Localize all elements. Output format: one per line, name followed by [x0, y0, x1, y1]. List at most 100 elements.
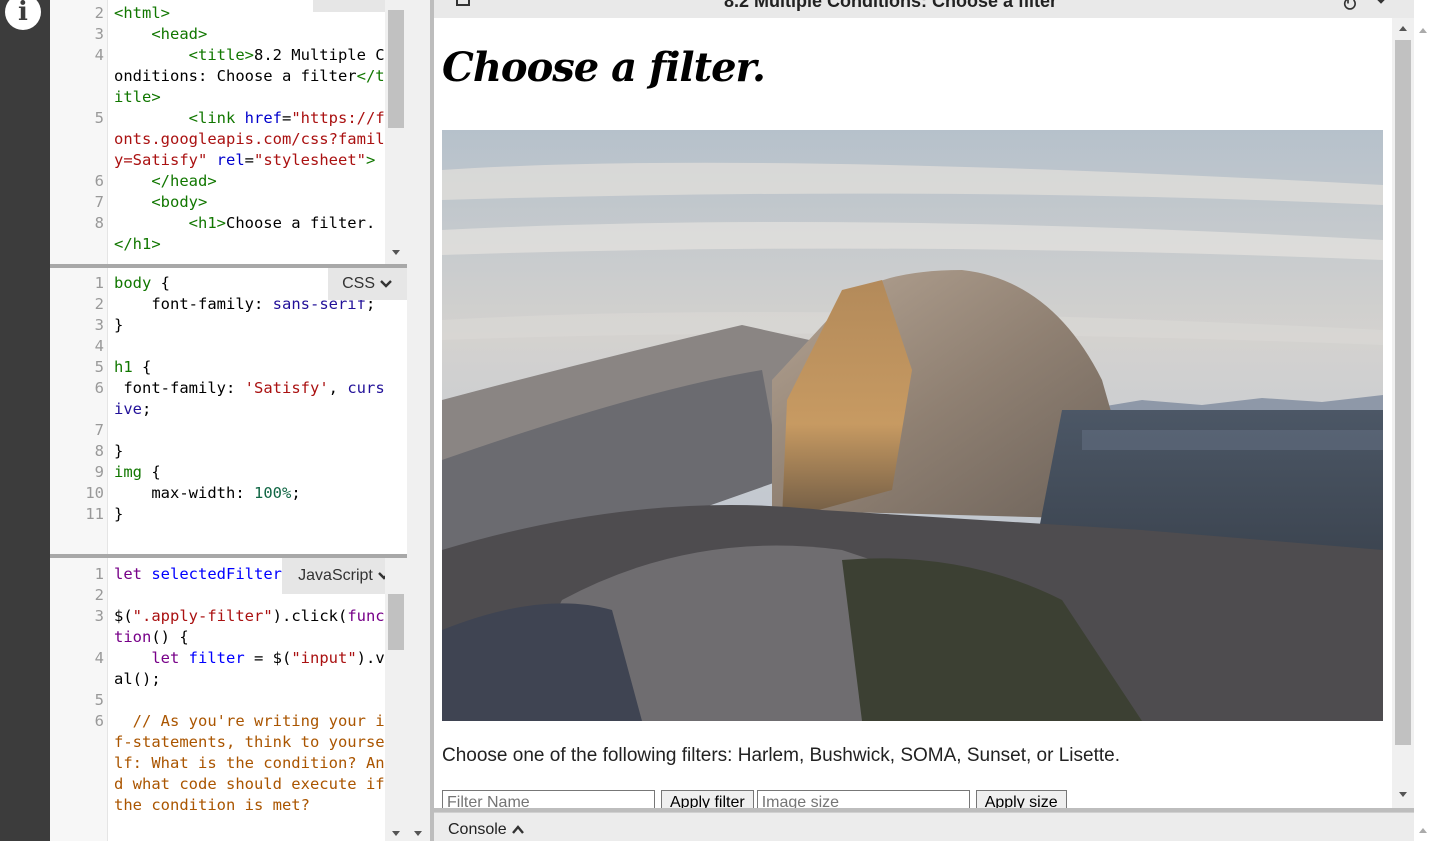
line-text: <title>8.2 Multiple Conditions: Choose a… — [114, 46, 385, 106]
js-editor-code[interactable]: 1let selectedFilter;2​3$(".apply-filter"… — [50, 564, 386, 816]
preview-toolbar: 8.2 Multiple Conditions: Choose a filter… — [434, 0, 1414, 18]
line-text: let filter = $("input").val(); — [114, 649, 385, 688]
css-code-line[interactable]: 6 font-family: 'Satisfy', cursive; — [50, 378, 386, 420]
line-text: h1 { — [114, 358, 152, 376]
css-code-line[interactable]: 10 max-width: 100%; — [50, 483, 386, 504]
html-editor[interactable]: 2 <html> 3 <head> 4 <title>8.2 Multiple Con… — [50, 0, 407, 264]
line-number: 4 — [94, 46, 104, 64]
info-icon[interactable]: i — [5, 0, 41, 30]
html-code-line[interactable]: 7 <body> — [50, 192, 386, 213]
line-text: <h1>Choose a filter.</h1> — [114, 214, 376, 253]
css-code-line[interactable]: 4​ — [50, 336, 386, 357]
line-number: 2 — [94, 4, 104, 22]
line-text: let selectedFilter; — [114, 565, 291, 583]
line-text: } — [114, 442, 124, 460]
filter-instructions: Choose one of the following filters: Har… — [442, 745, 1120, 766]
css-editor-code[interactable]: 1body {2 font-family: sans-serif;3}4​5h1… — [50, 273, 386, 525]
line-number: 3 — [94, 316, 104, 334]
half-dome-photo — [442, 130, 1383, 721]
line-number: 6 — [94, 712, 104, 730]
line-text: } — [114, 505, 124, 523]
line-text: <link href="https://fonts.googleapis.com… — [114, 109, 385, 169]
console-bar[interactable]: Console — [434, 812, 1414, 841]
scroll-down-icon[interactable] — [414, 831, 422, 836]
apply-size-button[interactable]: Apply size — [975, 790, 1067, 808]
css-language-button[interactable]: CSS — [328, 268, 407, 300]
line-text: max-width: 100%; — [151, 484, 301, 502]
js-code-line[interactable]: 4 let filter = $("input").val(); — [50, 648, 386, 690]
filter-controls: Apply filter Apply size — [442, 790, 1067, 808]
css-language-label: CSS — [342, 275, 375, 292]
page-heading: Choose a filter. — [442, 44, 766, 91]
chevron-down-icon[interactable] — [1374, 0, 1388, 8]
line-number: 3 — [94, 607, 104, 625]
line-text: body { — [114, 274, 170, 292]
line-number: 4 — [94, 337, 104, 355]
line-number: 3 — [94, 25, 104, 43]
html-code-line[interactable]: 6 </head> — [50, 171, 386, 192]
image-size-input[interactable] — [756, 790, 970, 808]
line-text: </head> — [151, 172, 217, 190]
css-code-line[interactable]: 5 h1 { — [50, 357, 386, 378]
html-code-line[interactable]: 8 <h1>Choose a filter.</h1> — [50, 213, 386, 255]
js-editor-scroll-thumb[interactable] — [388, 594, 404, 650]
editors-column: 2 <html> 3 <head> 4 <title>8.2 Multiple Con… — [50, 0, 430, 841]
js-code-line[interactable]: 3 $(".apply-filter").click(function() { — [50, 606, 386, 648]
scroll-up-icon[interactable] — [1399, 26, 1407, 31]
column-resizer[interactable] — [407, 0, 430, 841]
code-playground: i 2 <html> 3 <head> 4 <title>8.2 Multiple C… — [0, 0, 1432, 841]
html-code-line[interactable]: 4 <title>8.2 Multiple Conditions: Choose… — [50, 45, 386, 108]
line-number: 9 — [94, 463, 104, 481]
scroll-up-icon[interactable] — [1419, 828, 1427, 833]
html-code-line[interactable]: 5 <link href="https://fonts.googleapis.c… — [50, 108, 386, 171]
line-text: $(".apply-filter").click(function() { — [114, 607, 385, 646]
line-text: } — [114, 316, 124, 334]
line-number: 5 — [94, 358, 104, 376]
css-code-line[interactable]: 8} — [50, 441, 386, 462]
line-number: 2 — [94, 295, 104, 313]
line-number: 6 — [94, 379, 104, 397]
html-editor-scroll-thumb[interactable] — [388, 10, 404, 128]
js-code-line[interactable]: 5​ — [50, 690, 386, 711]
js-editor[interactable]: 1let selectedFilter;2​3$(".apply-filter"… — [50, 558, 407, 841]
line-number: 8 — [94, 442, 104, 460]
css-code-line[interactable]: 11} — [50, 504, 386, 525]
preview-scrollbar[interactable] — [1392, 18, 1414, 808]
css-code-line[interactable]: 9 img { — [50, 462, 386, 483]
scroll-down-icon[interactable] — [392, 831, 400, 836]
chevron-up-icon — [511, 825, 524, 834]
scroll-down-icon[interactable] — [392, 250, 400, 255]
line-text: <head> — [151, 25, 208, 43]
chevron-down-icon — [380, 280, 392, 288]
line-number: 4 — [94, 649, 104, 667]
scroll-up-icon[interactable] — [1419, 28, 1427, 33]
filter-name-input[interactable] — [442, 790, 655, 808]
line-number: 10 — [85, 484, 104, 502]
html-editor-code[interactable]: 2 <html> 3 <head> 4 <title>8.2 Multiple Con… — [50, 3, 386, 255]
console-label: Console — [448, 821, 507, 838]
reload-icon[interactable]: ↻ — [1341, 0, 1358, 17]
css-code-line[interactable]: 7​ — [50, 420, 386, 441]
line-number: 1 — [94, 565, 104, 583]
css-code-line[interactable]: 3} — [50, 315, 386, 336]
line-text: font-family: 'Satisfy', cursive; — [114, 379, 385, 418]
outer-scrollbar[interactable] — [1414, 0, 1432, 841]
js-code-line[interactable]: 6 // As you're writing your if-statement… — [50, 711, 386, 816]
line-text: <html> — [114, 4, 170, 22]
css-editor[interactable]: 1body {2 font-family: sans-serif;3}4​5h1… — [50, 268, 407, 554]
line-number: 1 — [94, 274, 104, 292]
console-toggle[interactable]: Console — [448, 821, 525, 839]
js-editor-scrollbar[interactable] — [385, 558, 407, 841]
preview-viewport: Choose a filter. Choose one of the follo… — [434, 18, 1392, 808]
html-code-line[interactable]: 3 <head> — [50, 24, 386, 45]
line-text: img { — [114, 463, 161, 481]
preview-scroll-thumb[interactable] — [1395, 40, 1411, 745]
line-text: // As you're writing your if-statements,… — [114, 712, 385, 814]
line-number: 11 — [85, 505, 104, 523]
scroll-down-icon[interactable] — [1399, 792, 1407, 797]
apply-filter-button[interactable]: Apply filter — [661, 790, 754, 808]
line-number: 5 — [94, 691, 104, 709]
line-number: 6 — [94, 172, 104, 190]
html-editor-scrollbar[interactable] — [385, 0, 407, 264]
popout-icon[interactable] — [456, 0, 470, 6]
